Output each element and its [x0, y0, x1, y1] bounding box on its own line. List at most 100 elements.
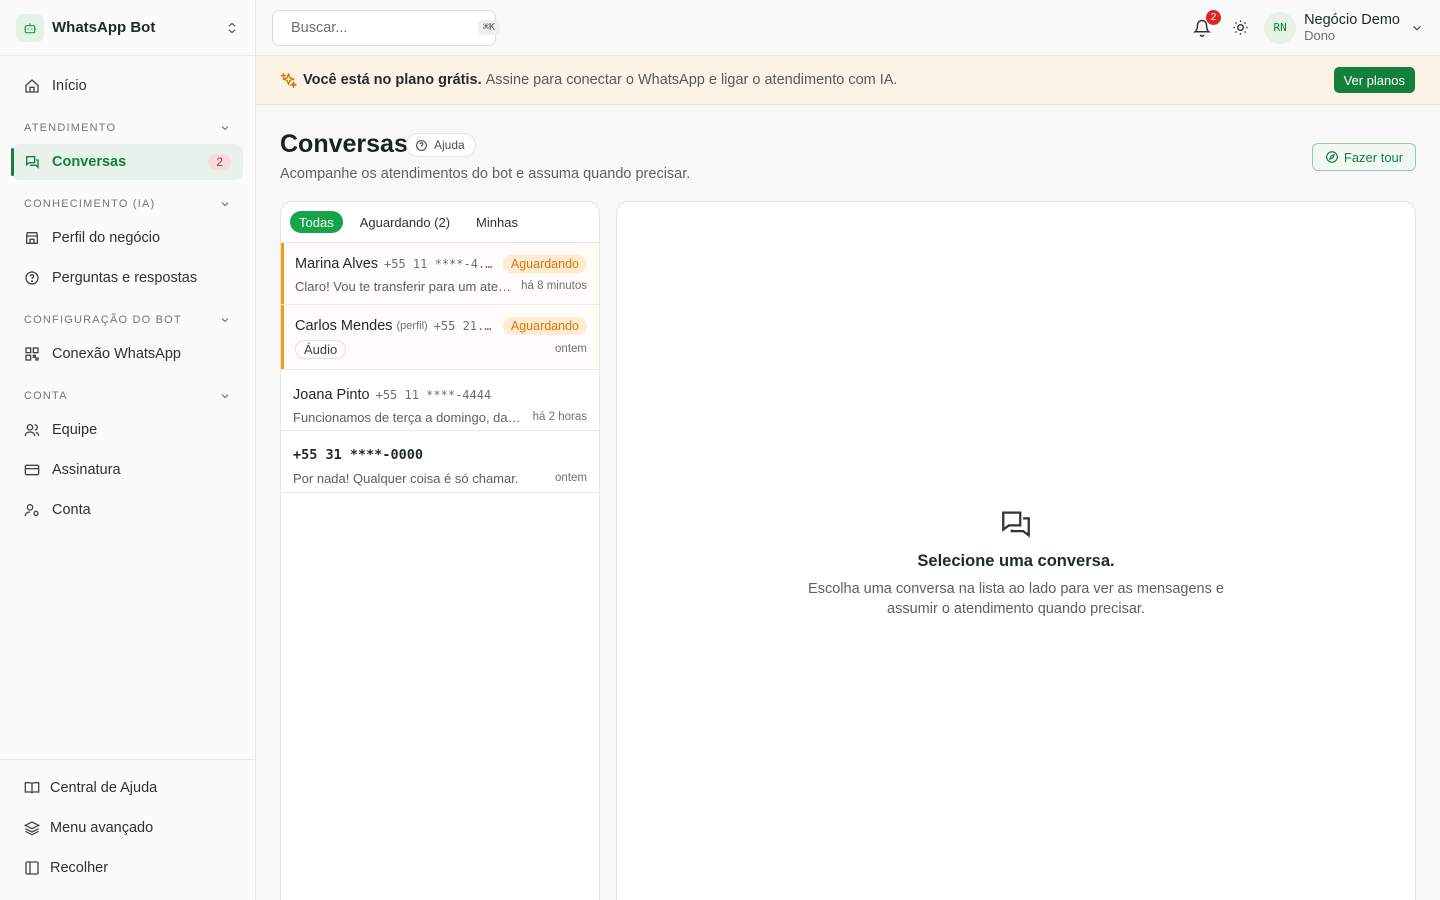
sidebar-item-conta[interactable]: Conta — [12, 492, 243, 528]
search-box[interactable]: ⌘K — [272, 9, 501, 46]
sidebar-item-equipe[interactable]: Equipe — [12, 412, 243, 448]
sidebar-item-conversas[interactable]: Conversas 2 — [11, 144, 243, 180]
user-name: Negócio Demo — [1304, 11, 1400, 28]
theme-toggle-button[interactable] — [1228, 16, 1252, 40]
contact-name: Joana Pinto — [293, 387, 370, 403]
sidebar-item-faq[interactable]: Perguntas e respostas — [12, 260, 243, 296]
empty-state-text: Escolha uma conversa na lista ao lado pa… — [808, 581, 1224, 617]
conversation-list: Todas Aguardando (2) Minhas Marina Alves… — [280, 201, 600, 900]
user-role: Dono — [1304, 27, 1336, 43]
contact-phone: +55 11 ****-4444 — [375, 388, 492, 402]
tab-minhas[interactable]: Minhas — [467, 211, 527, 233]
tab-aguardando[interactable]: Aguardando (2) — [351, 211, 459, 233]
users-icon — [24, 424, 40, 437]
notification-count-badge: 2 — [1206, 9, 1222, 25]
workspace-switcher[interactable]: WhatsApp Bot — [0, 0, 255, 56]
user-cog-icon — [24, 504, 39, 517]
sidebar-item-label: Conta — [52, 502, 91, 518]
message-preview: Claro! Vou te transferir para um atenden… — [295, 278, 511, 294]
help-center-link[interactable]: Central de Ajuda — [12, 770, 243, 806]
sidebar-item-label: Perfil do negócio — [52, 230, 161, 246]
footer-item-label: Central de Ajuda — [50, 780, 158, 796]
advanced-menu-link[interactable]: Menu avançado — [12, 810, 243, 846]
plan-banner: Você está no plano grátis. Assine para c… — [256, 56, 1440, 105]
section-title: ATENDIMENTO — [24, 122, 117, 134]
conversation-item[interactable]: Marina Alves +55 11 ****-4... Aguardando… — [281, 243, 599, 305]
section-configuracao[interactable]: CONFIGURAÇÃO DO BOT — [12, 304, 243, 336]
panel-left-icon — [25, 861, 39, 875]
bot-icon — [16, 13, 44, 42]
notifications-button[interactable]: 2 — [1190, 9, 1222, 40]
page-subtitle: Acompanhe os atendimentos do bot e assum… — [280, 166, 691, 182]
timestamp: ontem — [555, 472, 587, 484]
contact-name: Marina Alves — [295, 256, 379, 272]
chevron-down-icon — [221, 126, 229, 131]
empty-state: Selecione uma conversa. Escolha uma conv… — [617, 507, 1415, 619]
conversation-item[interactable]: Carlos Mendes (perfil) +55 21... Aguarda… — [281, 305, 599, 370]
message-preview: Funcionamos de terça a domingo, das 11h … — [293, 409, 523, 425]
chat-bubbles-icon — [999, 507, 1033, 544]
chevron-down-icon — [221, 394, 229, 399]
empty-state-title: Selecione uma conversa. — [917, 552, 1115, 570]
timestamp: ontem — [555, 343, 587, 355]
section-title: CONHECIMENTO (IA) — [24, 198, 156, 210]
search-input[interactable] — [291, 19, 478, 36]
conversation-detail: Selecione uma conversa. Escolha uma conv… — [616, 201, 1416, 900]
compass-icon — [1326, 151, 1338, 163]
page-title: Conversas — [280, 130, 408, 158]
sidebar-item-label: Conversas — [52, 154, 127, 170]
conversation-item[interactable]: +55 31 ****-0000 Por nada! Qualquer cois… — [281, 431, 599, 493]
status-badge: Aguardando — [502, 255, 587, 273]
tour-label: Fazer tour — [1343, 149, 1404, 165]
tab-todas[interactable]: Todas — [290, 211, 343, 233]
store-icon — [26, 232, 38, 244]
banner-title: Você está no plano grátis. — [303, 72, 482, 88]
sidebar-item-label: Conexão WhatsApp — [52, 346, 181, 362]
avatar: RN — [1264, 11, 1297, 44]
help-button[interactable]: Ajuda — [406, 133, 476, 157]
collapse-sidebar-button[interactable]: Recolher — [12, 850, 243, 886]
chevron-down-icon — [221, 202, 229, 207]
footer-item-label: Recolher — [50, 860, 109, 876]
sun-icon — [1232, 20, 1248, 35]
user-menu[interactable]: RN Negócio Demo Dono — [1264, 11, 1424, 44]
topbar: ⌘K 2 RN Negócio Demo Dono — [256, 0, 1440, 56]
help-circle-icon — [416, 139, 427, 151]
search-shortcut: ⌘K — [478, 20, 501, 35]
sidebar-item-conexao[interactable]: Conexão WhatsApp — [12, 336, 243, 372]
message-preview: Por nada! Qualquer coisa é só chamar. — [293, 470, 519, 486]
tour-button[interactable]: Fazer tour — [1312, 143, 1416, 171]
section-atendimento[interactable]: ATENDIMENTO — [12, 112, 243, 144]
contact-phone: +55 11 ****-4... — [384, 257, 493, 271]
brand-name: WhatsApp Bot — [52, 19, 156, 36]
conversation-item[interactable]: Joana Pinto +55 11 ****-4444 Funcionamos… — [281, 370, 599, 431]
timestamp: há 2 horas — [532, 411, 587, 423]
conversas-count-badge: 2 — [208, 154, 231, 170]
sidebar-item-label: Assinatura — [52, 462, 121, 478]
section-conta[interactable]: CONTA — [12, 380, 243, 412]
credit-card-icon — [24, 464, 40, 476]
see-plans-button[interactable]: Ver planos — [1333, 67, 1415, 93]
section-conhecimento[interactable]: CONHECIMENTO (IA) — [12, 188, 243, 220]
banner-text: Assine para conectar o WhatsApp e ligar … — [485, 72, 898, 88]
sidebar-item-perfil[interactable]: Perfil do negócio — [12, 220, 243, 256]
sparkles-icon — [280, 71, 297, 88]
sidebar-item-home[interactable]: Início — [12, 68, 243, 104]
timestamp: há 8 minutos — [521, 280, 587, 292]
chevron-updown-icon — [228, 22, 236, 33]
section-title: CONTA — [24, 390, 68, 402]
section-title: CONFIGURAÇÃO DO BOT — [24, 314, 182, 326]
sidebar-item-assinatura[interactable]: Assinatura — [12, 452, 243, 488]
book-open-icon — [24, 782, 40, 794]
help-label: Ajuda — [434, 138, 465, 152]
filter-tabs: Todas Aguardando (2) Minhas — [281, 202, 599, 243]
question-chat-icon — [25, 271, 39, 285]
sidebar-footer: Central de Ajuda Menu avançado Recolher — [0, 759, 255, 900]
chevron-down-icon — [1413, 25, 1421, 31]
layers-icon — [24, 821, 40, 836]
chat-icon — [26, 156, 39, 169]
qr-code-icon — [25, 347, 39, 361]
profile-tag: (perfil) — [396, 320, 428, 332]
sidebar: WhatsApp Bot Início ATENDIMENTO Conversa… — [0, 0, 256, 900]
status-badge: Aguardando — [502, 317, 587, 335]
